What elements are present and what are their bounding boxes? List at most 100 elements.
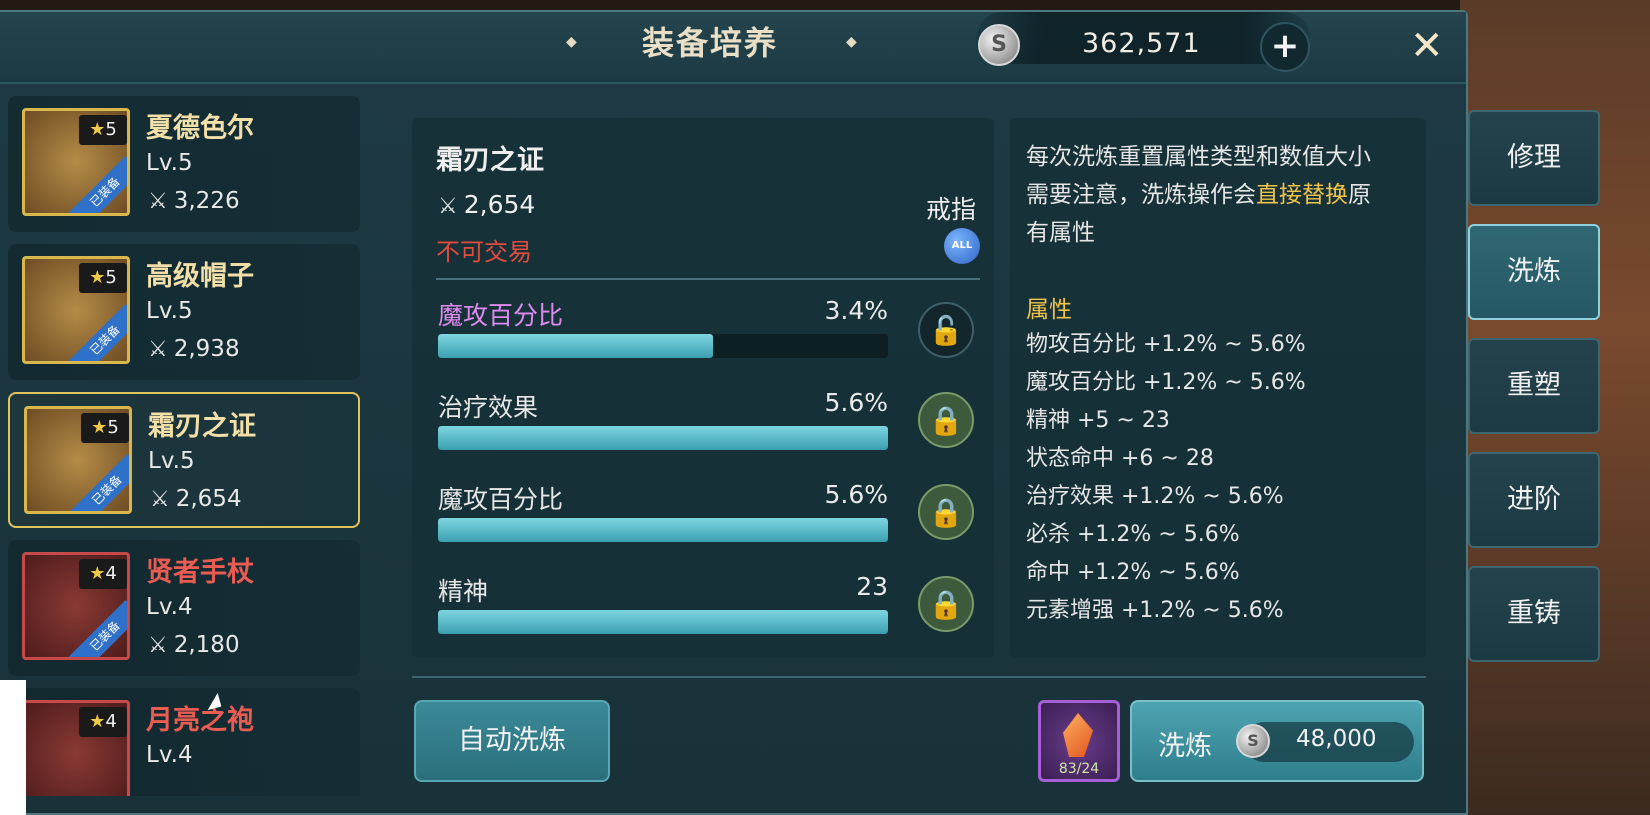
attribute-item: 命中 +1.2% ~ 5.6% bbox=[1026, 560, 1240, 585]
top-hat-icon: ★5 已装备 bbox=[22, 256, 130, 364]
swords-icon: ⚔ bbox=[148, 633, 168, 658]
lock-icon[interactable]: 🔒 bbox=[918, 576, 974, 632]
auto-refine-button[interactable]: 自动洗炼 bbox=[414, 700, 610, 782]
crystal-icon bbox=[1063, 713, 1093, 757]
stat-value: 23 bbox=[856, 572, 888, 601]
equipment-item[interactable]: ★5 已装备 夏德色尔 Lv.5 ⚔ 3,226 bbox=[8, 96, 360, 232]
stat-bar bbox=[438, 426, 888, 450]
stat-label: 治疗效果 bbox=[438, 393, 539, 422]
stat-value: 3.4% bbox=[824, 296, 888, 325]
swords-icon: ⚔ bbox=[150, 487, 170, 512]
item-power: ⚔ 2,654 bbox=[150, 486, 242, 512]
stat-bar bbox=[438, 610, 888, 634]
attribute-item: 状态命中 +6 ~ 28 bbox=[1026, 446, 1214, 471]
item-power: ⚔ 2,180 bbox=[148, 632, 240, 658]
refine-description: 每次洗炼重置属性类型和数值大小 需要注意，洗炼操作会直接替换原 有属性 bbox=[1026, 138, 1416, 252]
star-icon: ★ bbox=[89, 711, 106, 732]
lock-icon[interactable]: 🔒 bbox=[918, 392, 974, 448]
item-level: Lv.5 bbox=[146, 298, 193, 324]
highlight-text: 直接替换 bbox=[1256, 182, 1348, 208]
item-level: Lv.5 bbox=[148, 448, 195, 474]
stat-bar-fill bbox=[438, 334, 713, 358]
equipment-item[interactable]: ★5 已装备 高级帽子 Lv.5 ⚔ 2,938 bbox=[8, 244, 360, 380]
attribute-item: 精神 +5 ~ 23 bbox=[1026, 408, 1170, 433]
attribute-item: 魔攻百分比 +1.2% ~ 5.6% bbox=[1026, 370, 1306, 395]
page-title: 装备培养 bbox=[642, 24, 779, 62]
attribute-item: 元素增强 +1.2% ~ 5.6% bbox=[1026, 598, 1284, 623]
tab-advance[interactable]: 进阶 bbox=[1468, 452, 1600, 548]
material-count: 83/24 bbox=[1058, 761, 1100, 777]
silver-coin-icon: S bbox=[1236, 724, 1270, 758]
unlock-icon[interactable]: 🔓 bbox=[918, 302, 974, 358]
equipment-item-selected[interactable]: ★5 已装备 霜刃之证 Lv.5 ⚔ 2,654 bbox=[8, 392, 360, 528]
star-badge: ★5 bbox=[79, 115, 127, 145]
slot-type: 戒指 bbox=[926, 195, 977, 224]
item-name: 贤者手杖 bbox=[146, 557, 254, 588]
staff-icon: ★4 已装备 bbox=[22, 552, 130, 660]
equipped-flag: 已装备 bbox=[68, 155, 127, 213]
item-power: ⚔ 2,938 bbox=[148, 336, 240, 362]
earring-icon: ★5 已装备 bbox=[22, 108, 130, 216]
attribute-item: 治疗效果 +1.2% ~ 5.6% bbox=[1026, 484, 1284, 509]
tab-refine[interactable]: 洗炼 bbox=[1468, 224, 1600, 320]
item-level: Lv.4 bbox=[146, 742, 193, 768]
all-class-badge: ALL bbox=[944, 228, 980, 264]
description-line: 每次洗炼重置属性类型和数值大小 bbox=[1026, 144, 1371, 170]
divider bbox=[412, 676, 1426, 678]
refine-label: 洗炼 bbox=[1158, 731, 1212, 762]
equipment-item[interactable]: ★4 已装备 贤者手杖 Lv.4 ⚔ 2,180 bbox=[8, 540, 360, 676]
stat-label: 魔攻百分比 bbox=[438, 301, 564, 330]
divider bbox=[436, 278, 980, 280]
stat-bar bbox=[438, 334, 888, 358]
overlay-corner bbox=[0, 680, 26, 815]
equipment-item[interactable]: ★4 月亮之袍 Lv.4 bbox=[8, 688, 360, 796]
add-currency-button[interactable]: + bbox=[1260, 22, 1310, 72]
ring-icon: ★5 已装备 bbox=[24, 406, 132, 514]
star-icon: ★ bbox=[89, 119, 106, 140]
stat-label: 魔攻百分比 bbox=[438, 485, 564, 514]
attribute-item: 必杀 +1.2% ~ 5.6% bbox=[1026, 522, 1240, 547]
robe-icon: ★4 bbox=[22, 700, 130, 796]
swords-icon: ⚔ bbox=[148, 189, 168, 214]
stat-bar-fill bbox=[438, 610, 888, 634]
tab-reshape[interactable]: 重塑 bbox=[1468, 338, 1600, 434]
tab-recast[interactable]: 重铸 bbox=[1468, 566, 1600, 662]
star-badge: ★4 bbox=[79, 559, 127, 589]
equipped-flag: 已装备 bbox=[68, 303, 127, 361]
item-level: Lv.5 bbox=[146, 150, 193, 176]
star-badge: ★5 bbox=[81, 413, 129, 443]
equipment-list[interactable]: ★5 已装备 夏德色尔 Lv.5 ⚔ 3,226 ★5 已装备 高级帽子 Lv.5… bbox=[0, 96, 360, 796]
lock-icon[interactable]: 🔒 bbox=[918, 484, 974, 540]
description-line: 有属性 bbox=[1026, 220, 1095, 246]
swords-icon: ⚔ bbox=[148, 337, 168, 362]
currency-value: 362,571 bbox=[1082, 28, 1201, 59]
silver-coin-icon: S bbox=[978, 24, 1020, 66]
trade-status: 不可交易 bbox=[436, 238, 532, 266]
star-icon: ★ bbox=[89, 563, 106, 584]
item-power: ⚔ 3,226 bbox=[148, 188, 240, 214]
star-badge: ★5 bbox=[79, 263, 127, 293]
title-ornament-left-icon: ◆ bbox=[566, 34, 577, 50]
equipped-flag: 已装备 bbox=[70, 453, 129, 511]
attribute-item: 物攻百分比 +1.2% ~ 5.6% bbox=[1026, 332, 1306, 357]
title-ornament-right-icon: ◆ bbox=[846, 34, 857, 50]
tab-repair[interactable]: 修理 bbox=[1468, 110, 1600, 206]
star-icon: ★ bbox=[91, 417, 108, 438]
star-badge: ★4 bbox=[79, 707, 127, 737]
attribute-title: 属性 bbox=[1026, 297, 1072, 323]
star-icon: ★ bbox=[89, 267, 106, 288]
item-name: 夏德色尔 bbox=[146, 113, 254, 144]
refine-material-slot[interactable]: 83/24 bbox=[1038, 700, 1120, 782]
attribute-list: 物攻百分比 +1.2% ~ 5.6% 魔攻百分比 +1.2% ~ 5.6% 精神… bbox=[1026, 326, 1306, 630]
item-level: Lv.4 bbox=[146, 594, 193, 620]
stat-value: 5.6% bbox=[824, 480, 888, 509]
close-button[interactable]: ✕ bbox=[1410, 26, 1444, 66]
refine-button[interactable]: 洗炼 bbox=[1130, 700, 1424, 782]
item-name: 霜刃之证 bbox=[148, 411, 256, 442]
stat-value: 5.6% bbox=[824, 388, 888, 417]
equipped-flag: 已装备 bbox=[68, 599, 127, 657]
item-name: 高级帽子 bbox=[146, 261, 254, 292]
stat-bar-fill bbox=[438, 426, 888, 450]
stat-bar bbox=[438, 518, 888, 542]
item-name: 月亮之袍 bbox=[146, 705, 254, 736]
